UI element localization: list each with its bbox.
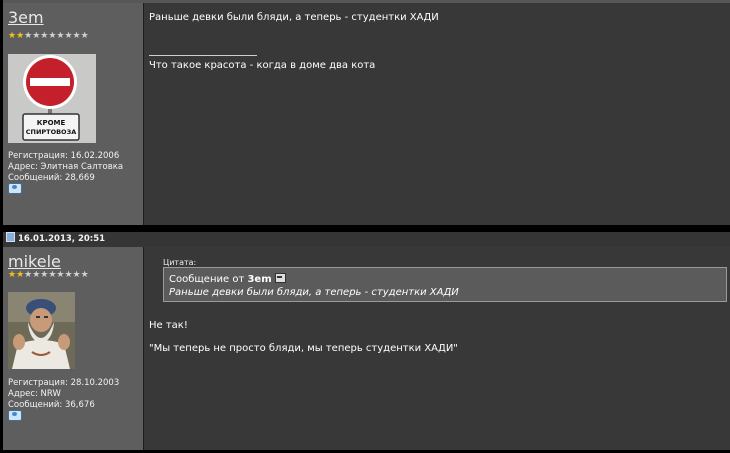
quote-label: Цитата: <box>163 258 197 267</box>
star-icon: ★★ <box>8 270 25 280</box>
avatar: КРОМЕ СПИРТОВОЗА <box>8 54 96 143</box>
message-icon[interactable] <box>8 410 22 421</box>
post-1: 3em ★★★★★★★★★★ КРОМЕ СПИРТОВОЗА Регистра… <box>3 0 730 225</box>
post-content: Раньше девки были бляди, а теперь - студ… <box>144 3 730 225</box>
message-count: Сообщений: 28,669 <box>8 173 95 183</box>
user-address: Адрес: NRW <box>8 389 61 399</box>
post-date: 16.01.2013, 20:51 <box>18 234 106 244</box>
star-icon: ★★★★★★★★ <box>24 270 89 280</box>
sign-text-2: СПИРТОВОЗА <box>26 128 77 136</box>
quote-text: Раньше девки были бляди, а теперь - студ… <box>169 287 459 298</box>
quote-box: Сообщение от 3em Раньше девки были бляди… <box>163 267 727 302</box>
quote-attribution: Сообщение от 3em <box>169 273 286 285</box>
sign-text-1: КРОМЕ <box>37 119 66 127</box>
registration-date: Регистрация: 16.02.2006 <box>8 151 120 161</box>
bearded-man-photo <box>8 292 75 369</box>
post-body-line-2: "Мы теперь не просто бляди, мы теперь ст… <box>149 343 458 354</box>
message-icon[interactable] <box>8 183 22 194</box>
post-document-icon <box>6 232 15 242</box>
user-info: Регистрация: 28.10.2003 Адрес: NRW Сообщ… <box>8 378 119 411</box>
user-sidebar: mikele ★★★★★★★★★★ Регистрация: 28.10.200… <box>3 247 144 450</box>
rating-stars: ★★★★★★★★★★ <box>8 271 89 280</box>
signature-separator <box>149 55 257 56</box>
user-address: Адрес: Элитная Салтовка <box>8 162 124 172</box>
no-entry-sign-image: КРОМЕ СПИРТОВОЗА <box>8 54 96 143</box>
view-post-icon[interactable] <box>274 273 286 283</box>
star-icon: ★★ <box>8 31 25 41</box>
user-info: Регистрация: 16.02.2006 Адрес: Элитная С… <box>8 151 123 184</box>
registration-date: Регистрация: 28.10.2003 <box>8 378 120 388</box>
message-count: Сообщений: 36,676 <box>8 400 95 410</box>
post-date-bar: 16.01.2013, 20:51 <box>3 232 730 247</box>
username-link[interactable]: mikele <box>8 252 61 271</box>
user-sidebar: 3em ★★★★★★★★★★ КРОМЕ СПИРТОВОЗА Регистра… <box>3 3 144 225</box>
quote-prefix: Сообщение от <box>169 274 245 285</box>
post-body: Раньше девки были бляди, а теперь - студ… <box>149 12 439 23</box>
rating-stars: ★★★★★★★★★★ <box>8 32 89 41</box>
post-content: Цитата: Сообщение от 3em Раньше девки бы… <box>144 247 730 450</box>
quote-author: 3em <box>247 274 272 285</box>
avatar <box>8 292 75 369</box>
username-link[interactable]: 3em <box>8 8 44 27</box>
post-2: mikele ★★★★★★★★★★ Регистрация: 28.10.200… <box>3 247 730 450</box>
signature: Что такое красота - когда в доме два кот… <box>149 60 376 71</box>
star-icon: ★★★★★★★★ <box>24 31 89 41</box>
post-body-line-1: Не так! <box>149 320 188 331</box>
